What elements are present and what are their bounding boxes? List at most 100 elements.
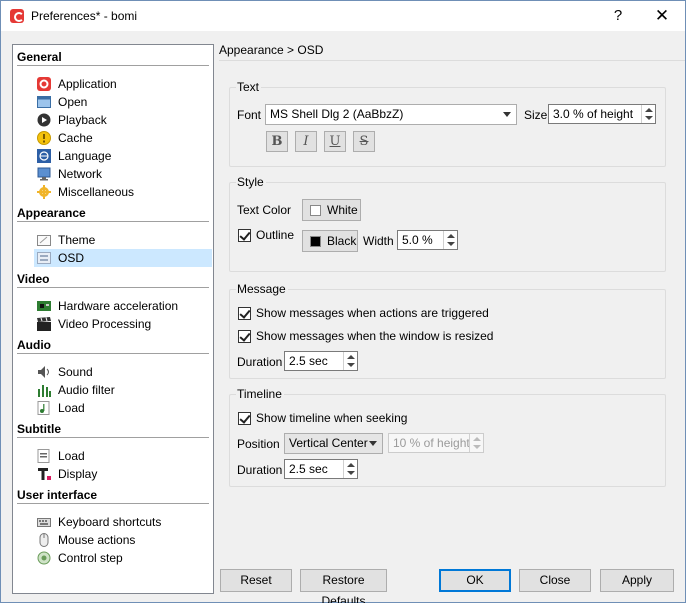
outline-label: Outline [256, 228, 295, 242]
sidebar-item-osd[interactable]: OSD [34, 249, 212, 267]
sidebar-item-sound[interactable]: Sound [34, 363, 212, 381]
help-button[interactable]: ? [605, 4, 631, 28]
category-divider [17, 65, 209, 66]
ok-button[interactable]: OK [439, 569, 511, 592]
sidebar-item-open[interactable]: Open [34, 93, 212, 111]
message-group-title: Message [236, 282, 288, 296]
sidebar-item-audio-load[interactable]: Load [34, 399, 212, 417]
spin-arrows-icon[interactable] [641, 105, 655, 123]
sidebar-item-theme[interactable]: Theme [34, 231, 212, 249]
sidebar-item-label: Hardware acceleration [58, 299, 179, 313]
sidebar-item-miscellaneous[interactable]: Miscellaneous [34, 183, 212, 201]
sidebar-item-label: Theme [58, 233, 96, 247]
sidebar-item-control-step[interactable]: Control step [34, 549, 212, 567]
sidebar-item-hardware-acceleration[interactable]: Hardware acceleration [34, 297, 212, 315]
timeline-duration-spinbox[interactable]: 2.5 sec [284, 459, 358, 479]
sidebar-item-label: Open [58, 95, 88, 109]
color-swatch [310, 205, 321, 216]
outline-checkbox[interactable] [238, 229, 251, 242]
timeline-group-title: Timeline [236, 387, 284, 401]
sidebar-item-label: Playback [58, 113, 107, 127]
position-select[interactable]: Vertical Center [284, 433, 383, 454]
category-user-interface[interactable]: User interface [17, 488, 97, 502]
show-triggered-checkbox[interactable] [238, 307, 251, 320]
message-duration-spinbox[interactable]: 2.5 sec [284, 351, 358, 371]
sidebar-item-playback[interactable]: Playback [34, 111, 212, 129]
sidebar-item-label: Load [58, 449, 85, 463]
sidebar-item-label: Miscellaneous [58, 185, 135, 199]
preferences-window: Preferences* - bomi ? ✕ General Applicat… [0, 0, 686, 603]
mouse-icon [37, 533, 51, 547]
spin-arrows-icon[interactable] [343, 352, 357, 370]
apply-button[interactable]: Apply [600, 569, 674, 592]
sidebar-item-label: Control step [58, 551, 123, 565]
bomi-app-icon [37, 77, 51, 91]
category-divider [17, 287, 209, 288]
font-select-value: MS Shell Dlg 2 (AaBbzZ) [270, 107, 404, 121]
position-offset-spinbox[interactable]: 10 % of height [388, 433, 484, 453]
category-appearance[interactable]: Appearance [17, 206, 86, 220]
category-subtitle[interactable]: Subtitle [17, 422, 61, 436]
sidebar-item-mouse-actions[interactable]: Mouse actions [34, 531, 212, 549]
sidebar-item-label: Network [58, 167, 103, 181]
timeline-duration-value: 2.5 sec [289, 462, 328, 476]
category-divider [17, 503, 209, 504]
misc-gear-icon [37, 185, 51, 199]
osd-icon [37, 251, 51, 265]
category-general[interactable]: General [17, 50, 62, 64]
spin-arrows-icon[interactable] [443, 231, 457, 249]
text-group [229, 87, 666, 167]
category-divider [17, 437, 209, 438]
outline-color-value: Black [327, 234, 357, 248]
message-duration-label: Duration [237, 355, 283, 369]
bold-button[interactable]: B [266, 131, 288, 152]
sidebar-item-cache[interactable]: Cache [34, 129, 212, 147]
show-timeline-checkbox[interactable] [238, 412, 251, 425]
reset-button[interactable]: Reset [220, 569, 292, 592]
sidebar-item-label: Keyboard shortcuts [58, 515, 162, 529]
sidebar-item-label: Load [58, 401, 85, 415]
breadcrumb: Appearance > OSD [219, 43, 324, 57]
strikethrough-button[interactable]: S [353, 131, 375, 152]
spin-arrows-icon[interactable] [343, 460, 357, 478]
category-audio[interactable]: Audio [17, 338, 51, 352]
category-divider [17, 353, 209, 354]
sidebar-item-subtitle-load[interactable]: Load [34, 447, 212, 465]
theme-icon [37, 233, 51, 247]
play-icon [37, 113, 51, 127]
size-label: Size [524, 108, 548, 122]
show-resized-checkbox[interactable] [238, 330, 251, 343]
style-group [229, 182, 666, 272]
preferences-sidebar: General Application Open Playback Cache … [12, 44, 214, 594]
sidebar-item-language[interactable]: Language [34, 147, 212, 165]
cache-icon [37, 131, 51, 145]
control-step-icon [37, 551, 51, 565]
close-button[interactable]: Close [519, 569, 591, 592]
category-divider [17, 221, 209, 222]
sidebar-item-network[interactable]: Network [34, 165, 212, 183]
font-label: Font [237, 108, 262, 122]
outline-color-button[interactable]: Black [302, 230, 358, 252]
sidebar-item-audio-filter[interactable]: Audio filter [34, 381, 212, 399]
spin-arrows-icon[interactable] [469, 434, 483, 452]
title-bar: Preferences* - bomi ? ✕ [1, 1, 685, 31]
width-spinbox[interactable]: 5.0 % [397, 230, 458, 250]
sidebar-item-application[interactable]: Application [34, 75, 212, 93]
sidebar-item-keyboard-shortcuts[interactable]: Keyboard shortcuts [34, 513, 212, 531]
underline-button[interactable]: U [324, 131, 346, 152]
text-color-button[interactable]: White [302, 199, 361, 221]
sidebar-item-video-processing[interactable]: Video Processing [34, 315, 212, 333]
close-window-button[interactable]: ✕ [647, 4, 677, 28]
italic-button[interactable]: I [295, 131, 317, 152]
sidebar-item-label: Sound [58, 365, 93, 379]
category-video[interactable]: Video [17, 272, 49, 286]
font-select[interactable]: MS Shell Dlg 2 (AaBbzZ) [265, 104, 517, 125]
restore-defaults-button[interactable]: Restore Defaults [300, 569, 387, 603]
window-title: Preferences* - bomi [31, 9, 138, 23]
sidebar-item-label: Language [58, 149, 112, 163]
language-icon [37, 149, 51, 163]
hardware-board-icon [37, 299, 51, 313]
text-color-label: Text Color [237, 203, 292, 217]
sidebar-item-display[interactable]: Display [34, 465, 212, 483]
size-spinbox[interactable]: 3.0 % of height [548, 104, 656, 124]
